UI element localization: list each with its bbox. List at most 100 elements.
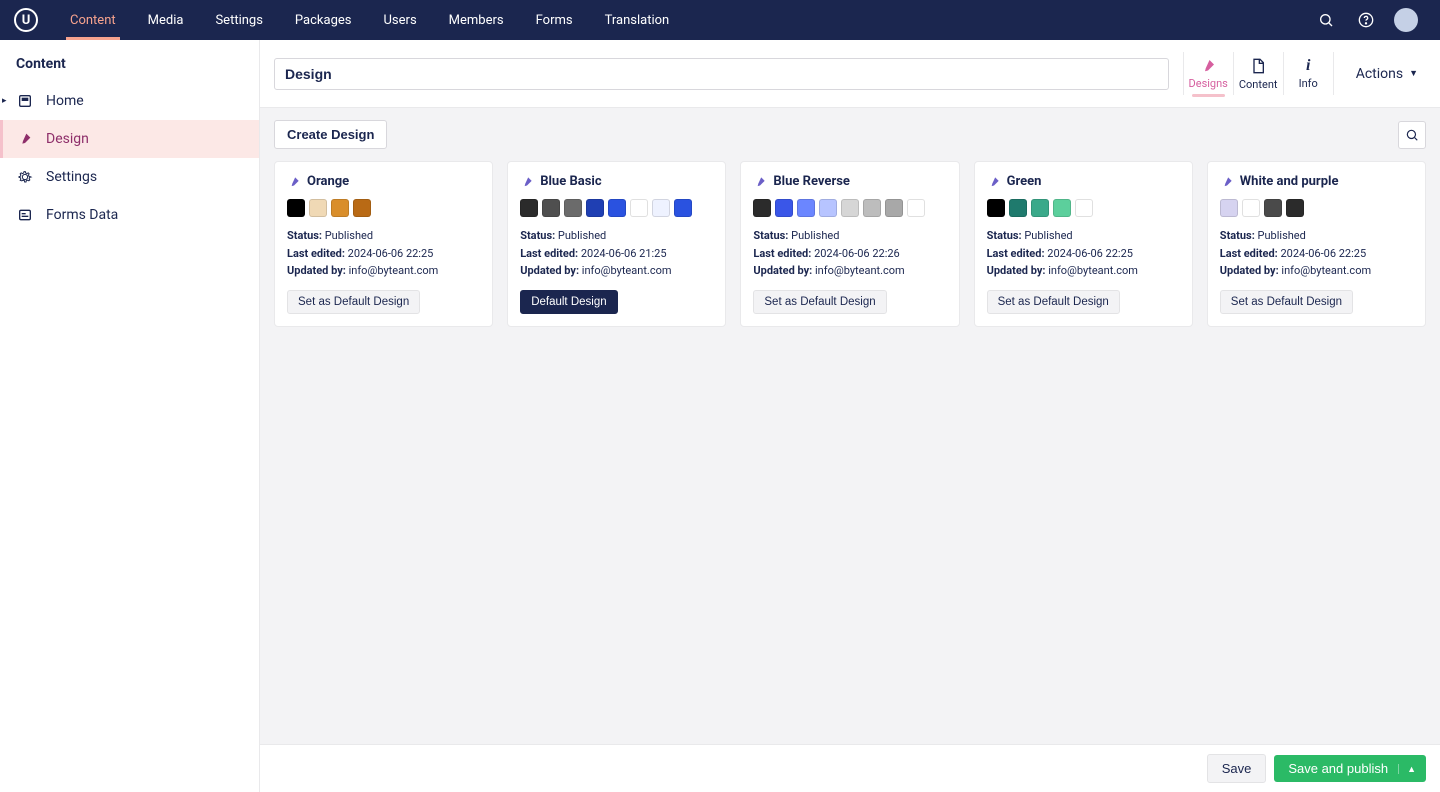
- color-swatch: [1075, 199, 1093, 217]
- card-name: Orange: [307, 174, 349, 189]
- nav-media[interactable]: Media: [132, 0, 200, 40]
- gear-icon: [16, 168, 34, 186]
- color-swatch: [331, 199, 349, 217]
- create-design-button[interactable]: Create Design: [274, 120, 387, 149]
- home-icon: [16, 92, 34, 110]
- default-design-badge: Default Design: [520, 290, 617, 314]
- sidebar-item-design[interactable]: Design: [0, 120, 259, 158]
- brush-icon: [16, 130, 34, 148]
- nav-packages[interactable]: Packages: [279, 0, 368, 40]
- card-name: Green: [1007, 174, 1042, 189]
- save-button[interactable]: Save: [1207, 754, 1267, 783]
- card-meta: Status: PublishedLast edited: 2024-06-06…: [1220, 227, 1413, 280]
- color-swatch: [652, 199, 670, 217]
- swatches: [287, 199, 480, 217]
- avatar-icon: [1394, 8, 1418, 32]
- app-tabs: Designs ContentiInfo: [1183, 52, 1334, 95]
- help-icon[interactable]: [1346, 0, 1386, 40]
- color-swatch: [287, 199, 305, 217]
- color-swatch: [1264, 199, 1282, 217]
- swatches: [1220, 199, 1413, 217]
- swatches: [987, 199, 1180, 217]
- nav-settings[interactable]: Settings: [199, 0, 278, 40]
- color-swatch: [819, 199, 837, 217]
- publish-label: Save and publish: [1288, 761, 1388, 776]
- chevron-up-icon: ▲: [1398, 764, 1416, 774]
- set-default-button[interactable]: Set as Default Design: [287, 290, 420, 314]
- sidebar-item-home[interactable]: ▸ Home: [0, 82, 259, 120]
- color-swatch: [353, 199, 371, 217]
- top-nav: U ContentMediaSettingsPackagesUsersMembe…: [0, 0, 1440, 40]
- editor-header: Designs ContentiInfo Actions ▼: [260, 40, 1440, 108]
- chevron-down-icon: ▼: [1409, 68, 1418, 79]
- color-swatch: [907, 199, 925, 217]
- design-card: Blue Basic Status: PublishedLast edited: …: [507, 161, 726, 327]
- card-name: Blue Reverse: [773, 174, 850, 189]
- nav-users[interactable]: Users: [368, 0, 433, 40]
- brush-icon: [520, 175, 534, 189]
- color-swatch: [841, 199, 859, 217]
- color-swatch: [797, 199, 815, 217]
- color-swatch: [608, 199, 626, 217]
- brush-icon: [753, 175, 767, 189]
- color-swatch: [863, 199, 881, 217]
- logo: U: [14, 8, 38, 32]
- color-swatch: [1031, 199, 1049, 217]
- card-title: Orange: [287, 174, 480, 189]
- sidebar-item-settings[interactable]: Settings: [0, 158, 259, 196]
- color-swatch: [586, 199, 604, 217]
- info-icon: i: [1306, 57, 1310, 75]
- nav-translation[interactable]: Translation: [589, 0, 686, 40]
- save-and-publish-button[interactable]: Save and publish ▲: [1274, 755, 1426, 782]
- tab-content[interactable]: Content: [1234, 52, 1284, 95]
- color-swatch: [987, 199, 1005, 217]
- set-default-button[interactable]: Set as Default Design: [1220, 290, 1353, 314]
- designs-icon: [1199, 57, 1217, 75]
- card-meta: Status: PublishedLast edited: 2024-06-06…: [287, 227, 480, 280]
- color-swatch: [753, 199, 771, 217]
- card-meta: Status: PublishedLast edited: 2024-06-06…: [987, 227, 1180, 280]
- card-title: White and purple: [1220, 174, 1413, 189]
- nav-content[interactable]: Content: [54, 0, 132, 40]
- expand-caret-icon[interactable]: ▸: [2, 96, 7, 106]
- set-default-button[interactable]: Set as Default Design: [753, 290, 886, 314]
- color-swatch: [630, 199, 648, 217]
- card-name: Blue Basic: [540, 174, 601, 189]
- actions-label: Actions: [1356, 66, 1403, 82]
- design-card: White and purple Status: PublishedLast ed…: [1207, 161, 1426, 327]
- sidebar-item-forms-data[interactable]: Forms Data: [0, 196, 259, 234]
- swatches: [753, 199, 946, 217]
- card-name: White and purple: [1240, 174, 1339, 189]
- nav-members[interactable]: Members: [433, 0, 520, 40]
- color-swatch: [542, 199, 560, 217]
- design-card: Green Status: PublishedLast edited: 2024-…: [974, 161, 1193, 327]
- brush-icon: [1220, 175, 1234, 189]
- tab-label: Designs: [1189, 77, 1228, 90]
- color-swatch: [1286, 199, 1304, 217]
- tab-designs[interactable]: Designs: [1184, 52, 1234, 95]
- brush-icon: [987, 175, 1001, 189]
- brush-icon: [287, 175, 301, 189]
- search-button[interactable]: [1398, 121, 1426, 149]
- set-default-button[interactable]: Set as Default Design: [987, 290, 1120, 314]
- search-icon[interactable]: [1306, 0, 1346, 40]
- color-swatch: [1053, 199, 1071, 217]
- tab-info[interactable]: iInfo: [1284, 52, 1334, 95]
- content-icon: [1250, 56, 1266, 76]
- content-area: Create Design Orange Status: PublishedLas…: [260, 108, 1440, 792]
- color-swatch: [520, 199, 538, 217]
- sidebar: Content ▸HomeDesignSettingsForms Data: [0, 40, 260, 792]
- sidebar-item-label: Home: [46, 93, 84, 109]
- color-swatch: [1242, 199, 1260, 217]
- sidebar-item-label: Forms Data: [46, 207, 118, 223]
- user-avatar[interactable]: [1386, 0, 1426, 40]
- forms-icon: [16, 206, 34, 224]
- page-title-input[interactable]: [274, 58, 1169, 90]
- design-card: Orange Status: PublishedLast edited: 2024…: [274, 161, 493, 327]
- nav-forms[interactable]: Forms: [520, 0, 589, 40]
- sidebar-item-label: Design: [46, 131, 89, 147]
- nav-items: ContentMediaSettingsPackagesUsersMembers…: [54, 0, 685, 40]
- card-meta: Status: PublishedLast edited: 2024-06-06…: [753, 227, 946, 280]
- actions-dropdown[interactable]: Actions ▼: [1348, 66, 1426, 82]
- card-meta: Status: PublishedLast edited: 2024-06-06…: [520, 227, 713, 280]
